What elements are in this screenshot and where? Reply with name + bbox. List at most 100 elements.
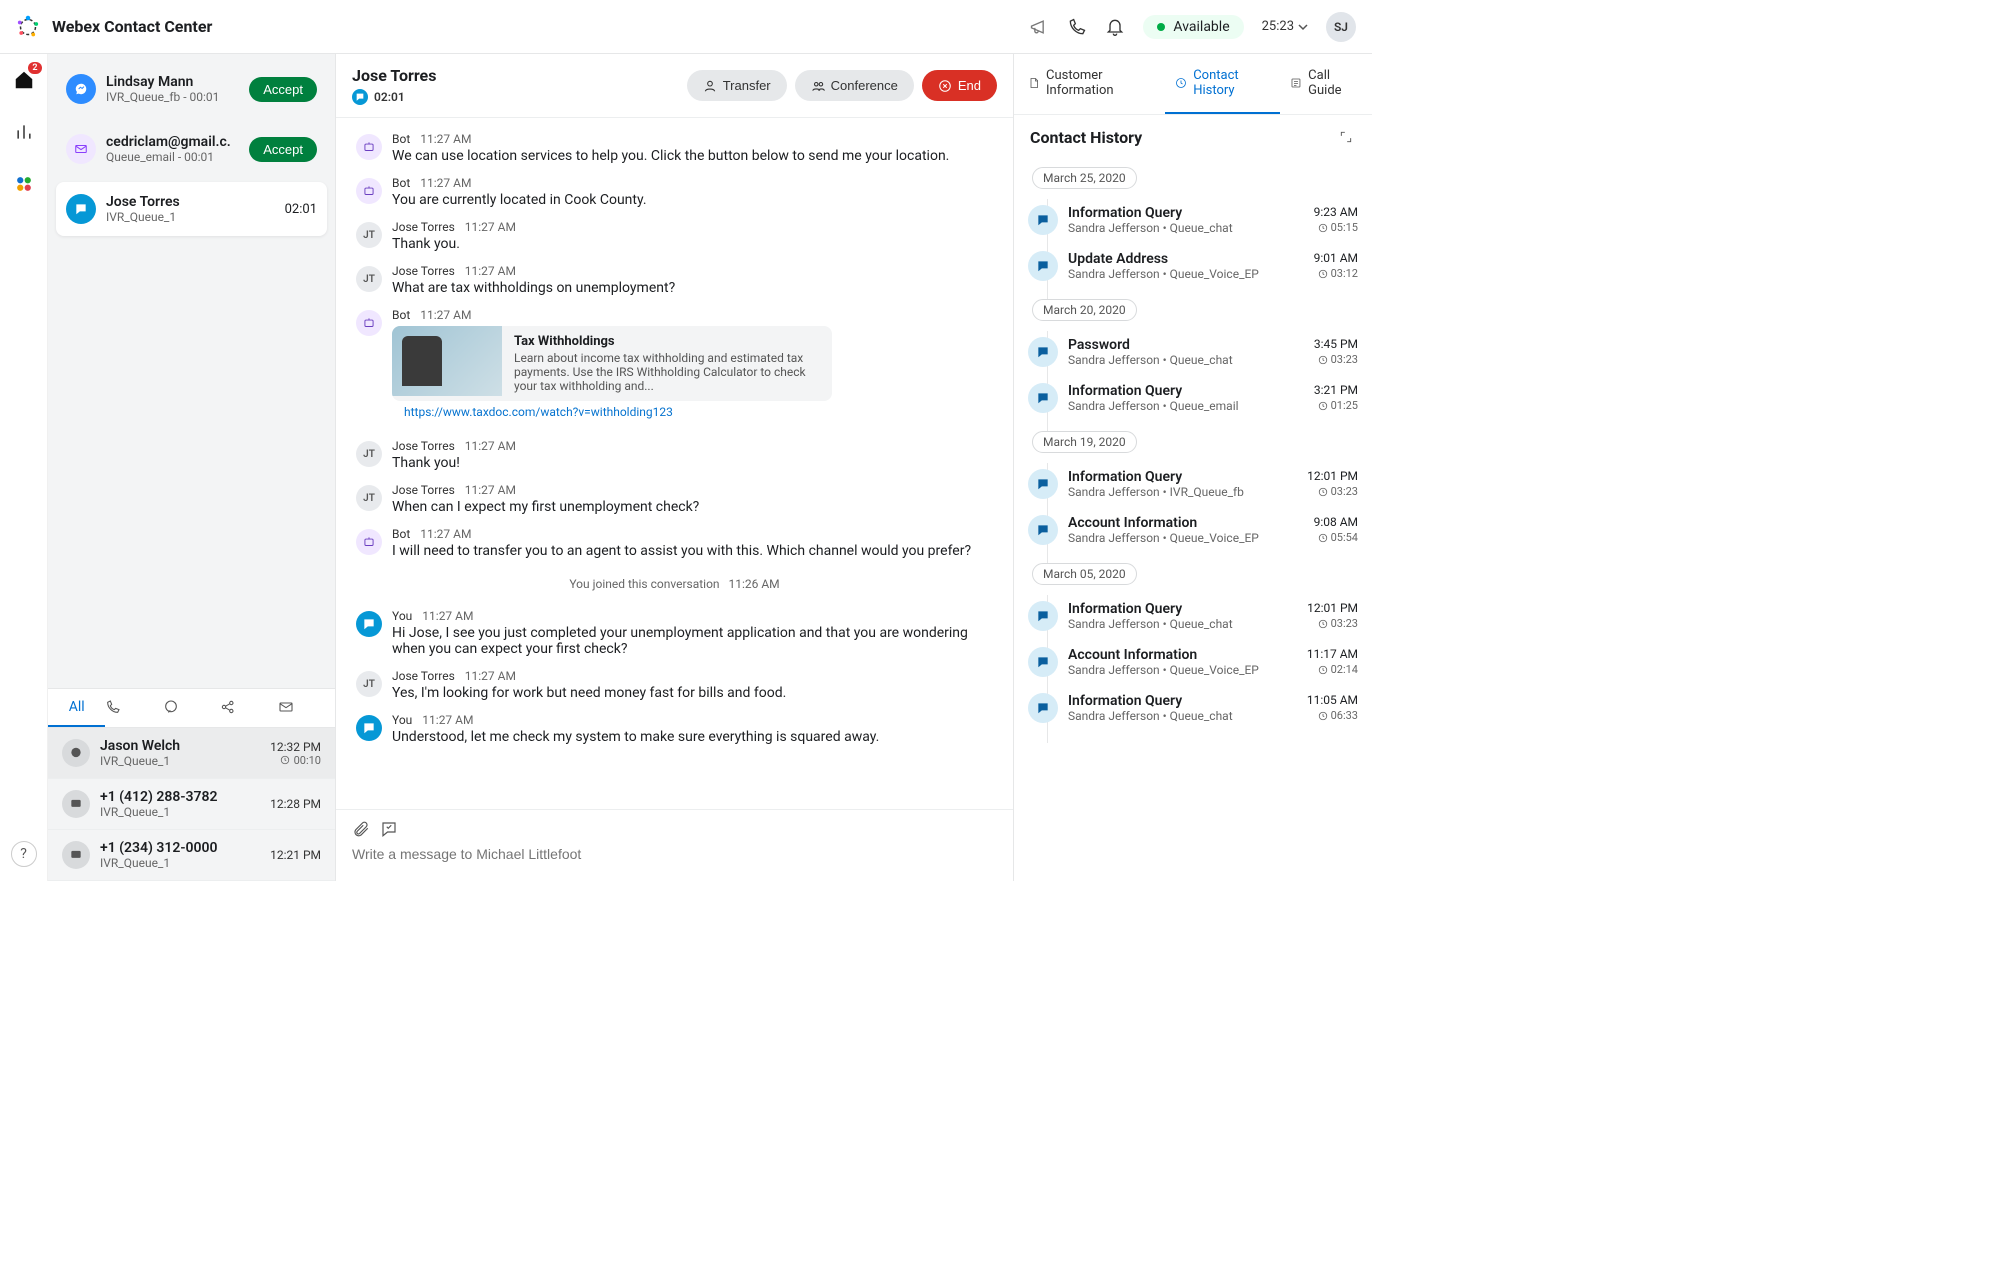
chat-bubble-icon [1028,601,1058,631]
tab-call-guide[interactable]: Call Guide [1280,54,1368,114]
tab-customer-info[interactable]: Customer Information [1018,54,1165,114]
history-item-meta: Sandra Jefferson • Queue_Voice_EP [1068,531,1304,545]
home-badge: 2 [28,62,41,74]
card-image [392,326,502,396]
task-timer: 02:01 [285,202,317,217]
accept-button[interactable]: Accept [249,77,317,102]
history-item-meta: Sandra Jefferson • Queue_Voice_EP [1068,267,1304,281]
channel-icon [62,790,90,818]
message-time: 11:27 AM [465,264,516,278]
history-date-pill: March 20, 2020 [1032,299,1137,321]
list-icon [1290,76,1302,90]
history-item[interactable]: Information Query Sandra Jefferson • Que… [1028,199,1358,245]
recent-item[interactable]: Jason Welch IVR_Queue_1 12:32 PM 00:10 [48,728,335,779]
history-item[interactable]: Update Address Sandra Jefferson • Queue_… [1028,245,1358,291]
end-button[interactable]: End [922,70,997,101]
sender-name: Bot [392,527,410,541]
rich-card[interactable]: Tax Withholdings Learn about income tax … [392,326,832,401]
chat-icon [163,699,179,715]
chat-bubble-icon [1028,383,1058,413]
chevron-down-icon [1298,22,1308,32]
task-card[interactable]: cedriclam@gmail.c. Queue_email - 00:01 A… [56,122,327,176]
nav-analytics[interactable] [10,118,38,146]
history-item[interactable]: Password Sandra Jefferson • Queue_chat 3… [1028,331,1358,377]
document-icon [1028,76,1040,90]
tab-contact-history[interactable]: Contact History [1165,54,1280,114]
channel-icon [62,841,90,869]
history-item-time: 9:08 AM [1314,515,1358,529]
conference-button[interactable]: Conference [795,70,914,101]
recent-meta: IVR_Queue_1 [100,805,260,819]
help-icon: ? [20,846,27,862]
bell-icon[interactable] [1105,17,1125,37]
history-item-meta: Sandra Jefferson • Queue_chat [1068,709,1297,723]
recent-meta: IVR_Queue_1 [100,856,260,870]
phone-icon[interactable] [1067,17,1087,37]
transfer-button[interactable]: Transfer [687,70,787,101]
card-link[interactable]: https://www.taxdoc.com/watch?v=withholdi… [392,401,993,427]
message: You11:27 AM Understood, let me check my … [356,713,993,745]
nav-help[interactable]: ? [11,841,37,867]
sender-avatar: JT [356,485,382,511]
recent-tab-calls[interactable] [105,689,162,727]
announcement-icon[interactable] [1029,17,1049,37]
phone-icon [105,699,121,715]
sender-name: You [392,713,412,727]
history-item-meta: Sandra Jefferson • Queue_Voice_EP [1068,663,1297,677]
message-time: 11:27 AM [420,308,471,322]
history-item[interactable]: Information Query Sandra Jefferson • Que… [1028,595,1358,641]
chat-bubble-icon [1028,337,1058,367]
history-date-pill: March 25, 2020 [1032,167,1137,189]
sender-avatar [356,529,382,555]
chat-bubble-icon [1028,251,1058,281]
message-body: Yes, I'm looking for work but need money… [392,685,993,701]
expand-icon[interactable] [1336,127,1356,147]
clock-icon [280,755,290,765]
history-item-meta: Sandra Jefferson • Queue_chat [1068,353,1304,367]
recent-tab-all[interactable]: All [48,689,105,727]
nav-home[interactable]: 2 [10,66,38,94]
history-item-duration: 06:33 [1307,709,1358,722]
sender-avatar [356,715,382,741]
task-card[interactable]: Jose Torres IVR_Queue_1 02:01 [56,182,327,236]
chat-bubble-icon [1028,515,1058,545]
session-timer[interactable]: 25:23 [1262,19,1308,34]
recent-time: 12:28 PM [270,797,321,811]
sender-avatar [356,134,382,160]
attachment-icon[interactable] [352,820,370,838]
canned-response-icon[interactable] [380,820,398,838]
history-item[interactable]: Account Information Sandra Jefferson • Q… [1028,641,1358,687]
history-item[interactable]: Information Query Sandra Jefferson • IVR… [1028,463,1358,509]
sender-avatar: JT [356,266,382,292]
history-date-pill: March 19, 2020 [1032,431,1137,453]
recent-tab-chat[interactable] [163,689,220,727]
history-item-duration: 01:25 [1314,399,1358,412]
history-item[interactable]: Information Query Sandra Jefferson • Que… [1028,687,1358,733]
chat-bubble-icon [352,89,368,105]
recent-tab-email[interactable] [278,689,335,727]
webex-icon [14,174,34,194]
message-input[interactable] [352,846,997,862]
task-meta: IVR_Queue_fb - 00:01 [106,90,239,104]
sender-name: Jose Torres [392,483,455,497]
recent-item[interactable]: +1 (412) 288-3782 IVR_Queue_1 12:28 PM [48,779,335,830]
status-pill[interactable]: Available [1143,15,1243,39]
recent-tab-social[interactable] [220,689,277,727]
history-item-meta: Sandra Jefferson • IVR_Queue_fb [1068,485,1297,499]
message-time: 11:27 AM [422,713,473,727]
history-item-time: 11:17 AM [1307,647,1358,661]
history-item-title: Account Information [1068,647,1297,663]
user-avatar[interactable]: SJ [1326,12,1356,42]
history-item[interactable]: Information Query Sandra Jefferson • Que… [1028,377,1358,423]
history-item-duration: 02:14 [1307,663,1358,676]
message: JT Jose Torres11:27 AM Yes, I'm looking … [356,669,993,701]
history-item-title: Account Information [1068,515,1304,531]
accept-button[interactable]: Accept [249,137,317,162]
recent-name: Jason Welch [100,738,260,754]
recent-item[interactable]: +1 (234) 312-0000 IVR_Queue_1 12:21 PM [48,830,335,881]
task-card[interactable]: Lindsay Mann IVR_Queue_fb - 00:01 Accept [56,62,327,116]
history-item[interactable]: Account Information Sandra Jefferson • Q… [1028,509,1358,555]
nav-webex[interactable] [10,170,38,198]
system-message: You joined this conversation 11:26 AM [356,577,993,591]
sender-avatar: JT [356,671,382,697]
